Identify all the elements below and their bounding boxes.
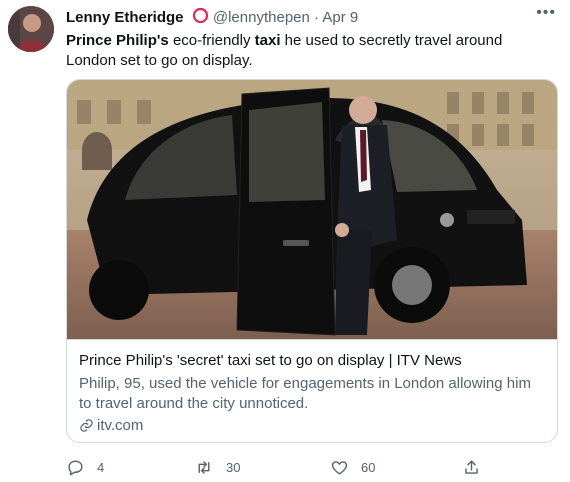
like-count: 60 (361, 459, 376, 475)
link-card[interactable]: Prince Philip's 'secret' taxi set to go … (66, 79, 558, 443)
action-bar: 4 30 60 (66, 456, 506, 478)
reply-icon (68, 459, 83, 475)
card-image-taxi-photo (67, 80, 557, 339)
card-body: Prince Philip's 'secret' taxi set to go … (67, 339, 557, 436)
separator-dot: · (314, 9, 320, 26)
share-icon (465, 459, 478, 474)
like-button[interactable]: 60 (330, 456, 375, 478)
author-handle[interactable]: @lennythepen (213, 9, 310, 26)
avatar-image (8, 6, 54, 52)
retweet-count: 30 (226, 459, 241, 475)
more-icon[interactable]: ••• (536, 4, 556, 22)
circle-badge-icon (192, 7, 209, 28)
tweet-text: Prince Philip's eco-friendly taxi he use… (66, 31, 550, 71)
tweet-time[interactable]: Apr 9 (322, 9, 358, 26)
avatar[interactable] (8, 6, 54, 52)
share-button[interactable] (462, 456, 493, 478)
author-name[interactable]: Lenny Etheridge (66, 9, 184, 26)
tweet-text-2: eco-friendly (168, 32, 255, 49)
card-domain: itv.com (79, 416, 545, 436)
tweet-text-bold-2: taxi (254, 32, 281, 49)
link-icon (80, 419, 93, 432)
like-icon (331, 460, 348, 475)
card-description: Philip, 95, used the vehicle for engagem… (79, 375, 531, 412)
tweet-text-bold-1: Prince Philip's (66, 32, 169, 49)
reply-count: 4 (97, 459, 105, 475)
tweet-header: Lenny Etheridge @lennythepen · Apr 9 (66, 7, 550, 27)
retweet-icon (198, 460, 210, 474)
reply-button[interactable]: 4 (66, 456, 104, 478)
card-domain-label: itv.com (97, 417, 144, 434)
card-title: Prince Philip's 'secret' taxi set to go … (79, 352, 462, 369)
retweet-button[interactable]: 30 (194, 456, 240, 478)
tweet[interactable]: Lenny Etheridge @lennythepen · Apr 9 •••… (0, 0, 570, 482)
